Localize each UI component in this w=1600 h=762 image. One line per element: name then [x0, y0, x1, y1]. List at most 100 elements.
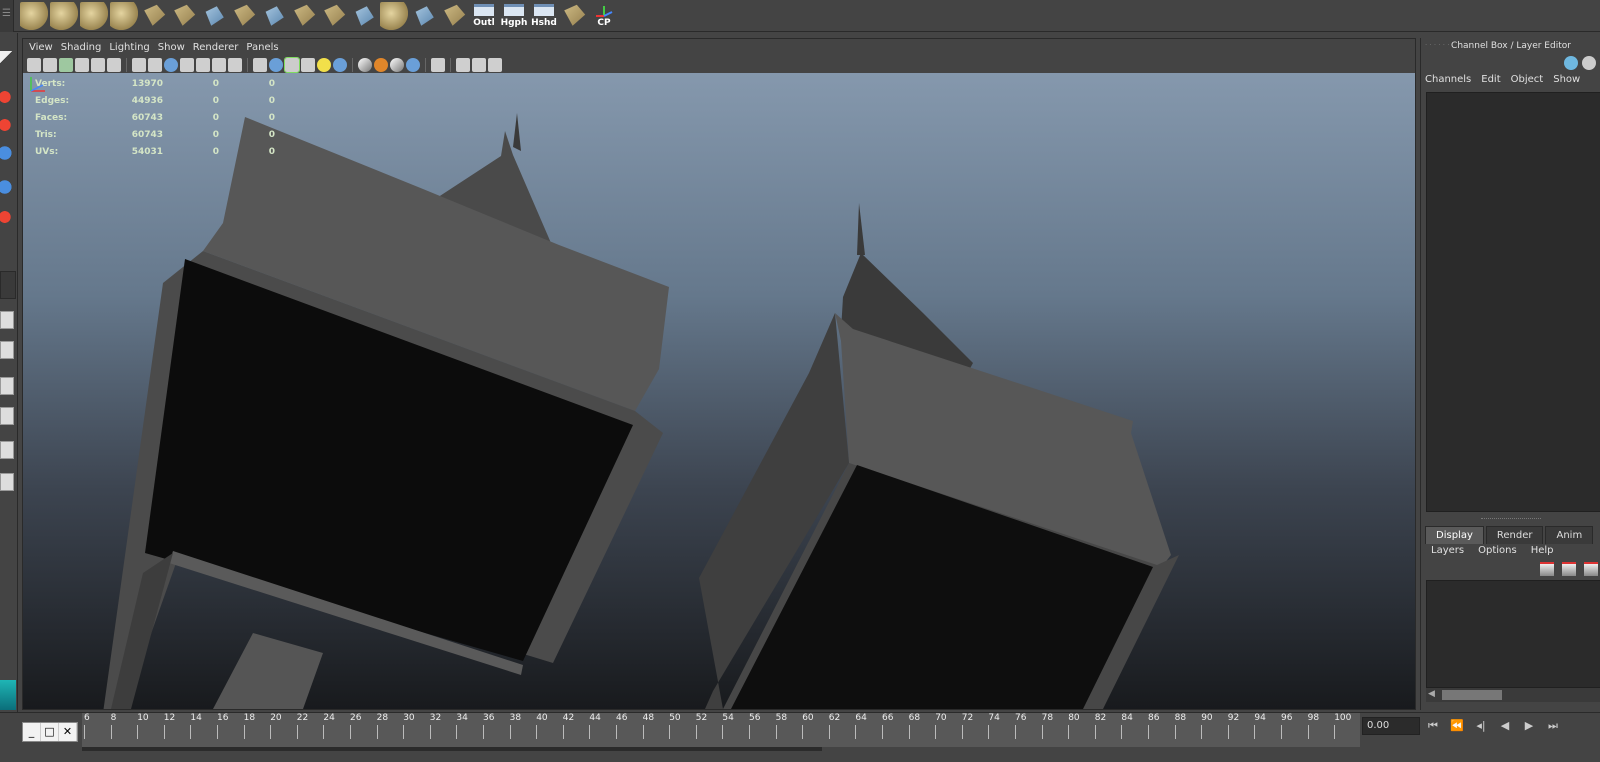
poly-cone-icon[interactable]	[205, 6, 224, 26]
xray-active-components-icon[interactable]	[472, 57, 486, 72]
move-tool-icon[interactable]	[0, 141, 16, 165]
menu-renderer[interactable]: Renderer	[191, 39, 245, 56]
menu-lighting[interactable]: Lighting	[107, 39, 155, 56]
play-forwards-icon[interactable]: ▶	[1520, 717, 1538, 735]
merge-icon[interactable]	[355, 6, 374, 26]
maximize-button[interactable]: □	[41, 723, 59, 741]
bridge-icon[interactable]	[265, 6, 284, 26]
menu-show[interactable]: Show	[156, 39, 191, 56]
safe-action-icon[interactable]	[212, 57, 226, 72]
image-plane-icon[interactable]	[75, 57, 89, 72]
textured-icon[interactable]	[301, 57, 315, 72]
smooth-shade-icon[interactable]	[269, 57, 283, 72]
channel-box-toggle-icon[interactable]	[1564, 56, 1578, 70]
shadows-icon[interactable]	[333, 57, 347, 72]
lasso-tool-icon[interactable]	[0, 85, 16, 109]
step-back-frame-icon[interactable]: ◂|	[1472, 717, 1490, 735]
combine-icon[interactable]	[415, 6, 434, 26]
field-chart-icon[interactable]	[196, 57, 210, 72]
paint-select-tool-icon[interactable]	[0, 113, 16, 137]
xray-joints-icon[interactable]	[488, 57, 502, 72]
minimize-button[interactable]: _	[23, 723, 41, 741]
2d-pan-zoom-icon[interactable]	[91, 57, 105, 72]
poly-plane-icon[interactable]	[144, 4, 166, 26]
shelf-menu-button[interactable]	[0, 0, 14, 32]
current-time-field[interactable]: 0.00	[1362, 717, 1420, 735]
smooth-icon[interactable]	[380, 2, 408, 30]
range-slider[interactable]	[82, 747, 822, 751]
scroll-left-icon[interactable]: ◀	[1428, 689, 1435, 699]
resolution-gate-icon[interactable]	[164, 57, 178, 72]
poly-sphere-icon[interactable]	[50, 2, 78, 30]
menu-help[interactable]: Help	[1531, 545, 1554, 556]
film-gate-icon[interactable]	[148, 57, 162, 72]
grease-pencil-icon[interactable]	[107, 57, 121, 72]
uv-editor-icon[interactable]	[564, 4, 586, 26]
go-to-start-icon[interactable]: ⏮	[1424, 717, 1442, 735]
tab-render[interactable]: Render	[1485, 526, 1544, 544]
motion-blur-icon[interactable]	[374, 57, 388, 72]
close-button[interactable]: ✕	[59, 723, 77, 741]
split-icon[interactable]	[324, 4, 346, 26]
go-to-end-icon[interactable]: ⏭	[1544, 717, 1562, 735]
append-icon[interactable]	[294, 4, 316, 26]
persp-outliner-layout-icon[interactable]	[0, 441, 14, 459]
use-all-lights-icon[interactable]	[317, 57, 331, 72]
xray-icon[interactable]	[456, 57, 470, 72]
hypergraph-button[interactable]: Hgph	[500, 2, 528, 30]
isolate-select-icon[interactable]	[431, 57, 445, 72]
last-tool-icon[interactable]	[0, 271, 16, 299]
new-layer-from-selected-icon[interactable]	[1540, 562, 1554, 576]
graph-editor-layout-icon[interactable]	[0, 473, 14, 491]
tab-display[interactable]: Display	[1425, 526, 1484, 544]
menu-options[interactable]: Options	[1478, 545, 1517, 556]
select-camera-icon[interactable]	[27, 57, 41, 72]
graph-layout-icon[interactable]	[0, 407, 14, 425]
channel-box-area[interactable]	[1426, 92, 1600, 512]
poly-pipe-icon[interactable]	[110, 2, 138, 30]
rotate-tool-icon[interactable]	[0, 175, 16, 199]
cp-button[interactable]: CP	[590, 2, 618, 30]
bookmarks-icon[interactable]	[59, 57, 73, 72]
panel-splitter[interactable]	[1421, 516, 1600, 522]
tab-anim[interactable]: Anim	[1545, 526, 1594, 544]
attribute-editor-toggle-icon[interactable]	[1582, 56, 1596, 70]
hypershade-button[interactable]: Hshd	[530, 2, 558, 30]
screen-space-ao-icon[interactable]	[358, 57, 372, 72]
layer-list-area[interactable]	[1426, 580, 1600, 688]
gate-mask-icon[interactable]	[180, 57, 194, 72]
new-empty-layer-icon[interactable]	[1562, 562, 1576, 576]
time-ruler[interactable]: 6 8 10 12 14 16 18 20 22 24 26 28 30 32 34 36 38 40 42 44 46…	[82, 713, 1360, 747]
layer-scrollbar[interactable]: ◀	[1426, 688, 1600, 702]
separate-icon[interactable]	[444, 4, 466, 26]
anti-aliasing-icon[interactable]	[390, 57, 404, 72]
outliner-button[interactable]: Outl	[470, 2, 498, 30]
select-tool-icon[interactable]	[0, 51, 16, 75]
menu-show[interactable]: Show	[1553, 74, 1580, 85]
step-back-key-icon[interactable]: ⏪	[1448, 717, 1466, 735]
wireframe-icon[interactable]	[253, 57, 267, 72]
poly-ribbon-icon[interactable]	[174, 4, 196, 26]
wireframe-on-shaded-icon[interactable]	[284, 56, 300, 73]
scroll-thumb[interactable]	[1442, 690, 1502, 700]
menu-layers[interactable]: Layers	[1431, 545, 1464, 556]
safe-title-icon[interactable]	[228, 57, 242, 72]
3d-viewport[interactable]: Verts: 13970 0 0 Edges: 44936 0 0 Faces:…	[23, 73, 1415, 709]
menu-channels[interactable]: Channels	[1425, 74, 1471, 85]
poly-cylinder-icon[interactable]	[80, 2, 108, 30]
two-pane-layout-icon[interactable]	[0, 377, 14, 395]
camera-attributes-icon[interactable]	[43, 57, 57, 72]
grid-icon[interactable]	[132, 57, 146, 72]
menu-view[interactable]: View	[27, 39, 59, 56]
menu-object[interactable]: Object	[1511, 74, 1544, 85]
poly-cube-icon[interactable]	[20, 2, 48, 30]
depth-of-field-icon[interactable]	[406, 57, 420, 72]
single-pane-layout-icon[interactable]	[0, 311, 14, 329]
scale-tool-icon[interactable]	[0, 205, 16, 229]
extrude-icon[interactable]	[234, 4, 256, 26]
four-pane-layout-icon[interactable]	[0, 341, 14, 359]
new-layer-icon[interactable]	[1584, 562, 1598, 576]
menu-edit[interactable]: Edit	[1481, 74, 1500, 85]
menu-panels[interactable]: Panels	[244, 39, 284, 56]
play-backwards-icon[interactable]: ◀	[1496, 717, 1514, 735]
